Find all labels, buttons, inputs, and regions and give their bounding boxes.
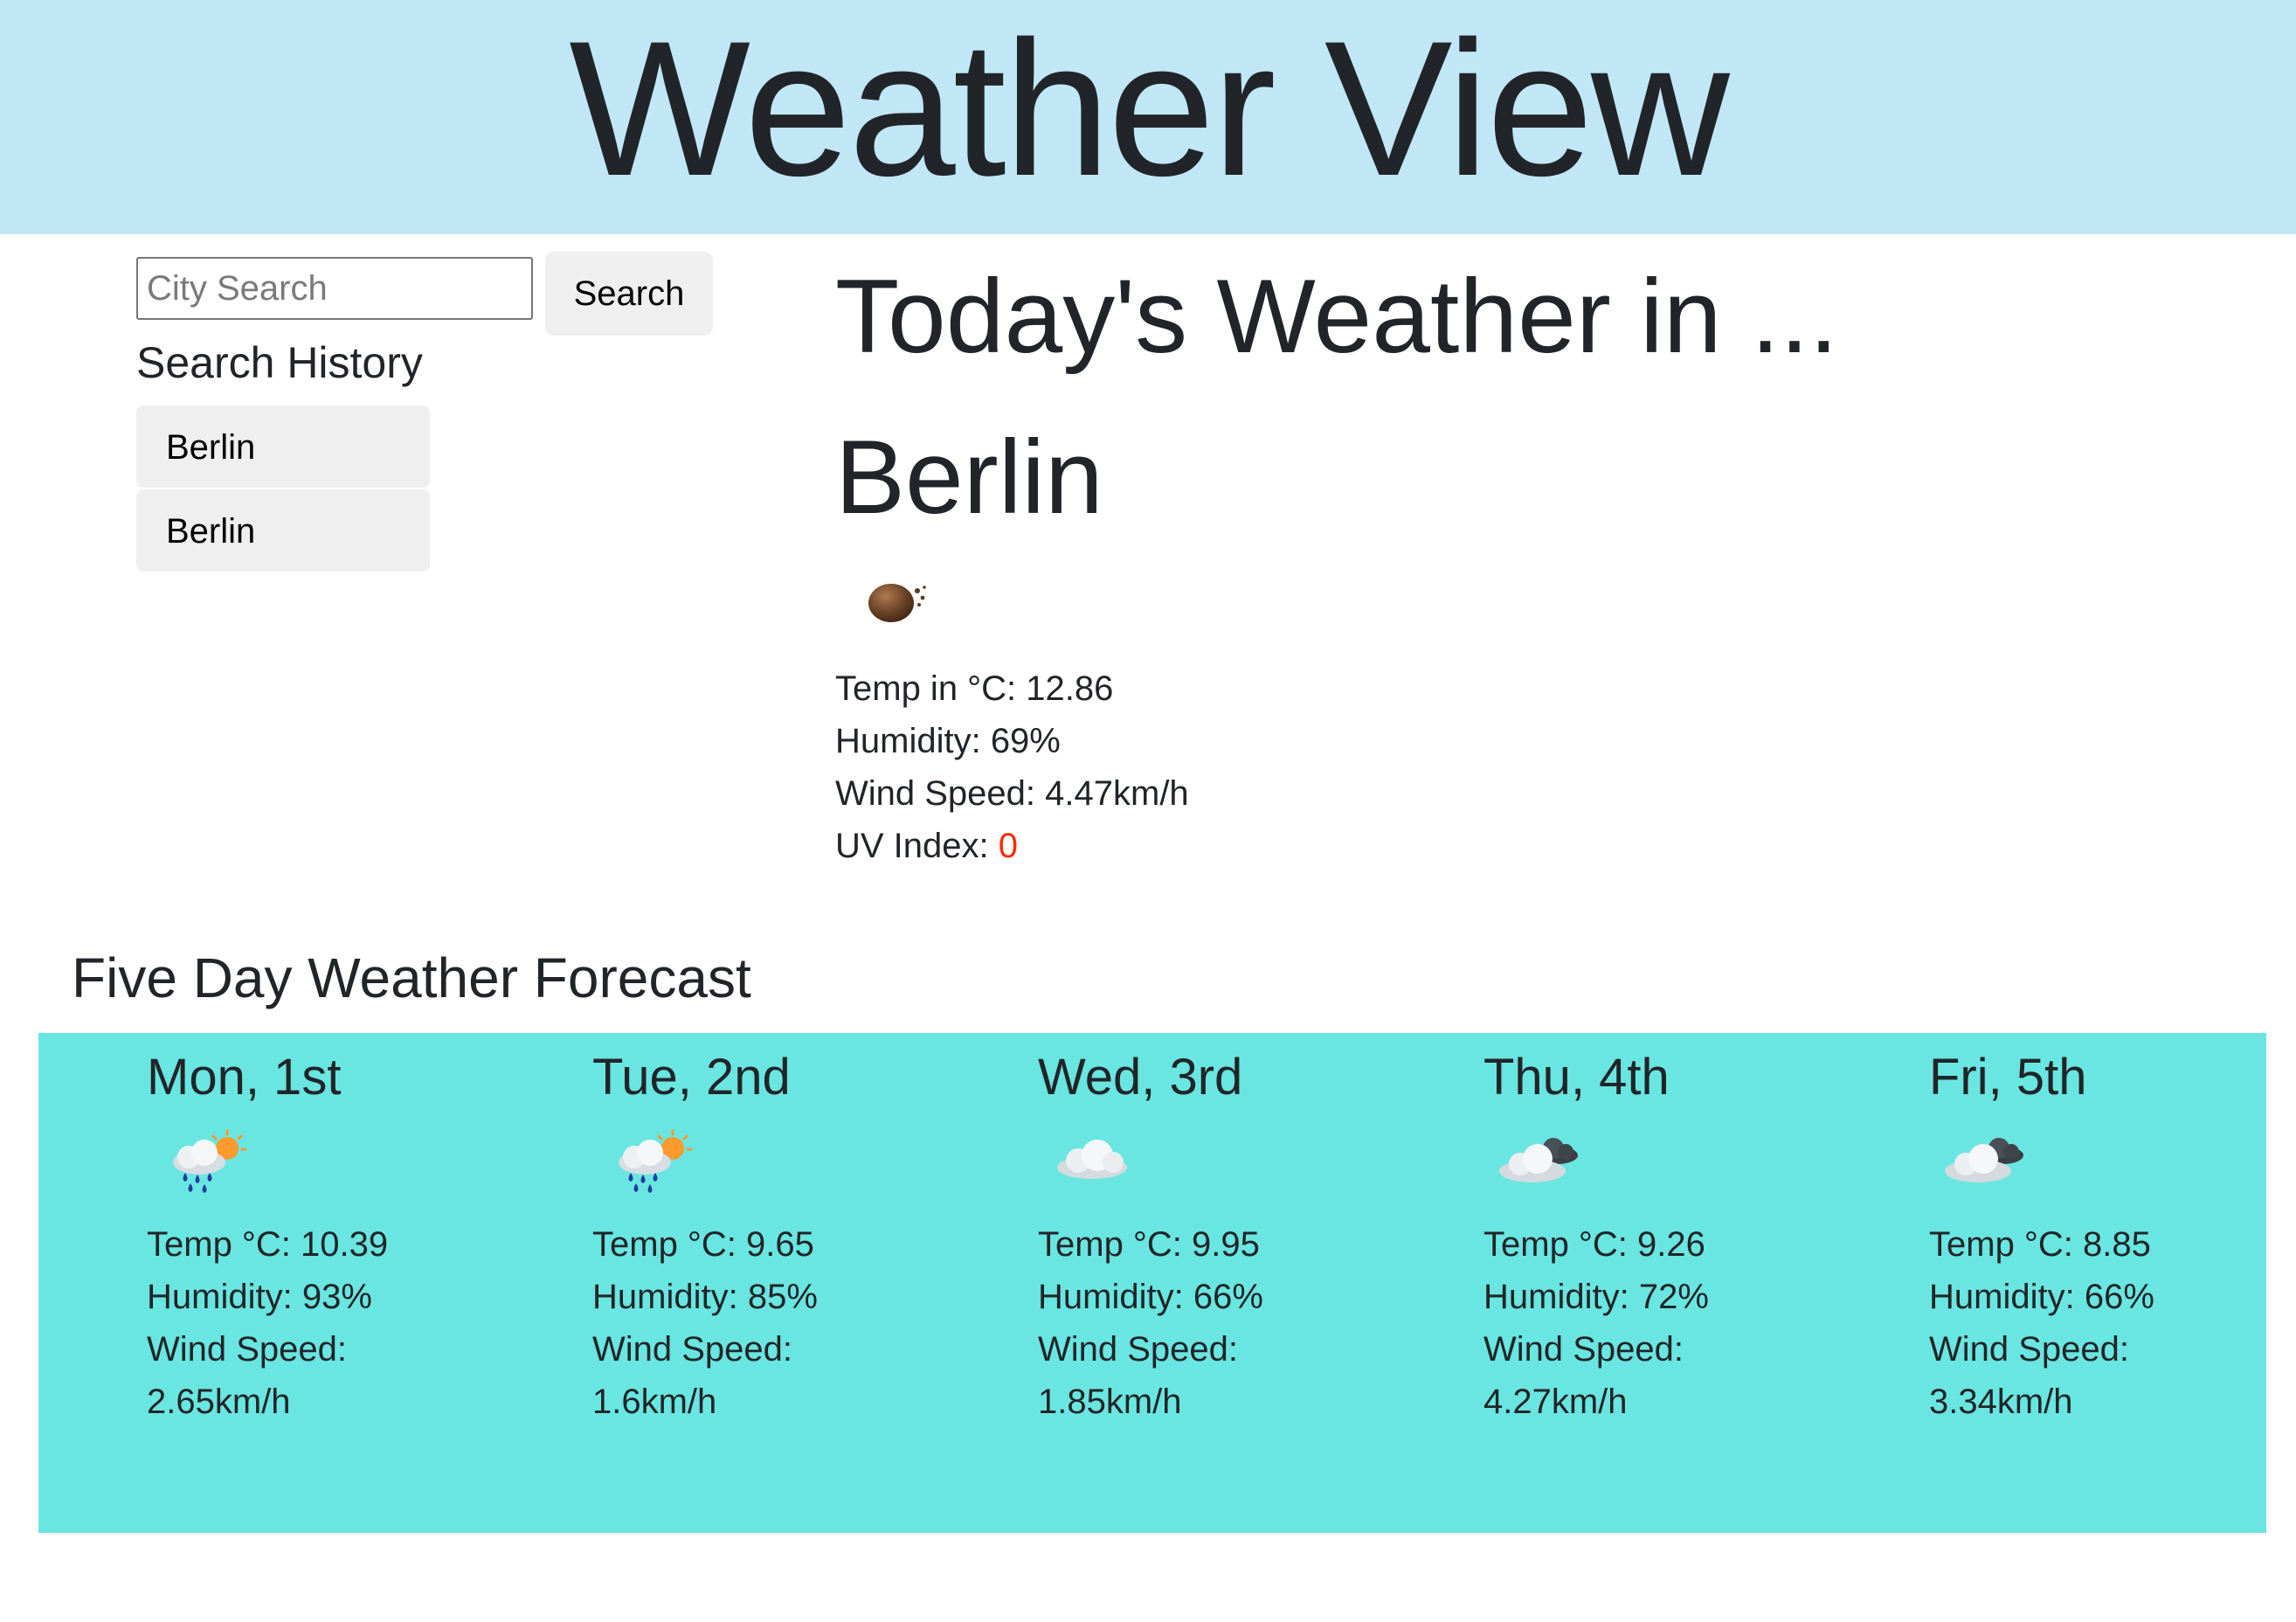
history-item[interactable]: Berlin (136, 406, 430, 488)
forecast-date: Mon, 1st (147, 1049, 342, 1106)
mist-icon (868, 584, 926, 622)
current-wind-speed: Wind Speed: 4.47km/h (835, 774, 1189, 813)
forecast-stats: Temp °C: 8.85 Humidity: 66% Wind Speed: … (1929, 1225, 2154, 1421)
today-weather-heading: Today's Weather in ... (835, 258, 1838, 375)
app-header: Weather View (0, 0, 2296, 234)
forecast-title: Five Day Weather Forecast (72, 946, 751, 1009)
forecast-date: Fri, 5th (1929, 1049, 2087, 1106)
forecast-date: Thu, 4th (1483, 1049, 1670, 1106)
forecast-date: Tue, 2nd (592, 1049, 791, 1106)
current-stats: Temp in °C: 12.86 Humidity: 69% Wind Spe… (835, 662, 1189, 872)
forecast-stats: Temp °C: 9.65 Humidity: 85% Wind Speed: … (592, 1225, 818, 1421)
forecast-band: Mon, 1st Temp °C: 10.39 Humidity: 93% Wi… (38, 1033, 2266, 1533)
app-title: Weather View (569, 1, 1729, 216)
current-humidity: Humidity: 69% (835, 722, 1061, 760)
rain-sun-icon (619, 1129, 693, 1193)
forecast-stats: Temp °C: 9.26 Humidity: 72% Wind Speed: … (1483, 1225, 1709, 1421)
forecast-stats: Temp °C: 9.95 Humidity: 66% Wind Speed: … (1038, 1225, 1263, 1421)
broken-clouds-icon (1499, 1138, 1578, 1182)
current-city-name: Berlin (835, 419, 1103, 536)
uv-index-value: 0 (998, 827, 1019, 865)
search-button[interactable]: Search (545, 252, 713, 336)
history-item[interactable]: Berlin (136, 489, 430, 572)
search-history-title: Search History (136, 338, 423, 387)
city-search-input[interactable] (136, 257, 533, 320)
rain-sun-icon (173, 1129, 247, 1193)
current-temp: Temp in °C: 12.86 (835, 669, 1114, 708)
current-uv-index: UV Index: 0 (835, 827, 1019, 865)
search-history-list: Berlin Berlin (136, 406, 430, 573)
forecast-stats: Temp °C: 10.39 Humidity: 93% Wind Speed:… (147, 1225, 389, 1421)
broken-clouds-icon (1945, 1138, 2023, 1182)
forecast-date: Wed, 3rd (1038, 1049, 1243, 1106)
cloud-icon (1057, 1140, 1127, 1179)
